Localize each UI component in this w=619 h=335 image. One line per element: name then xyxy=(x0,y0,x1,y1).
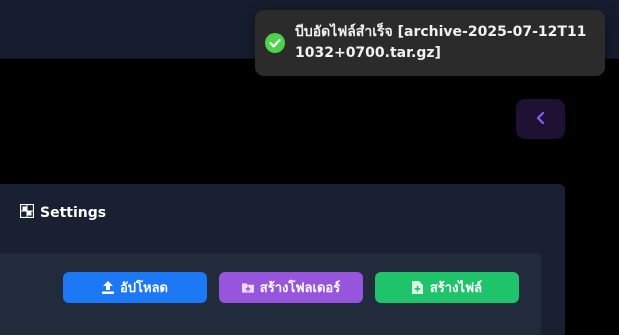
new-folder-label: สร้างโฟลเดอร์ xyxy=(259,281,341,296)
success-toast[interactable]: บีบอัดไฟล์สำเร็จ [archive-2025-07-12T111… xyxy=(255,10,605,76)
upload-icon xyxy=(101,281,114,294)
sidebar-toggle-button[interactable] xyxy=(516,99,565,139)
toast-message: บีบอัดไฟล์สำเร็จ [archive-2025-07-12T111… xyxy=(295,24,587,61)
check-circle-icon xyxy=(265,33,285,53)
upload-label: อัปโหลด xyxy=(119,281,169,296)
chevron-left-icon xyxy=(535,110,547,129)
new-file-label: สร้างไฟล์ xyxy=(429,281,483,296)
new-file-button[interactable]: สร้างไฟล์ xyxy=(375,272,519,303)
new-folder-button[interactable]: สร้างโฟลเดอร์ xyxy=(219,272,363,303)
file-plus-icon xyxy=(412,281,424,294)
upload-button[interactable]: อัปโหลด xyxy=(63,272,207,303)
card-title: Settings xyxy=(40,205,107,221)
settings-grid-icon xyxy=(19,203,35,222)
folder-plus-icon xyxy=(241,282,254,294)
card-header: Settings xyxy=(19,203,107,222)
